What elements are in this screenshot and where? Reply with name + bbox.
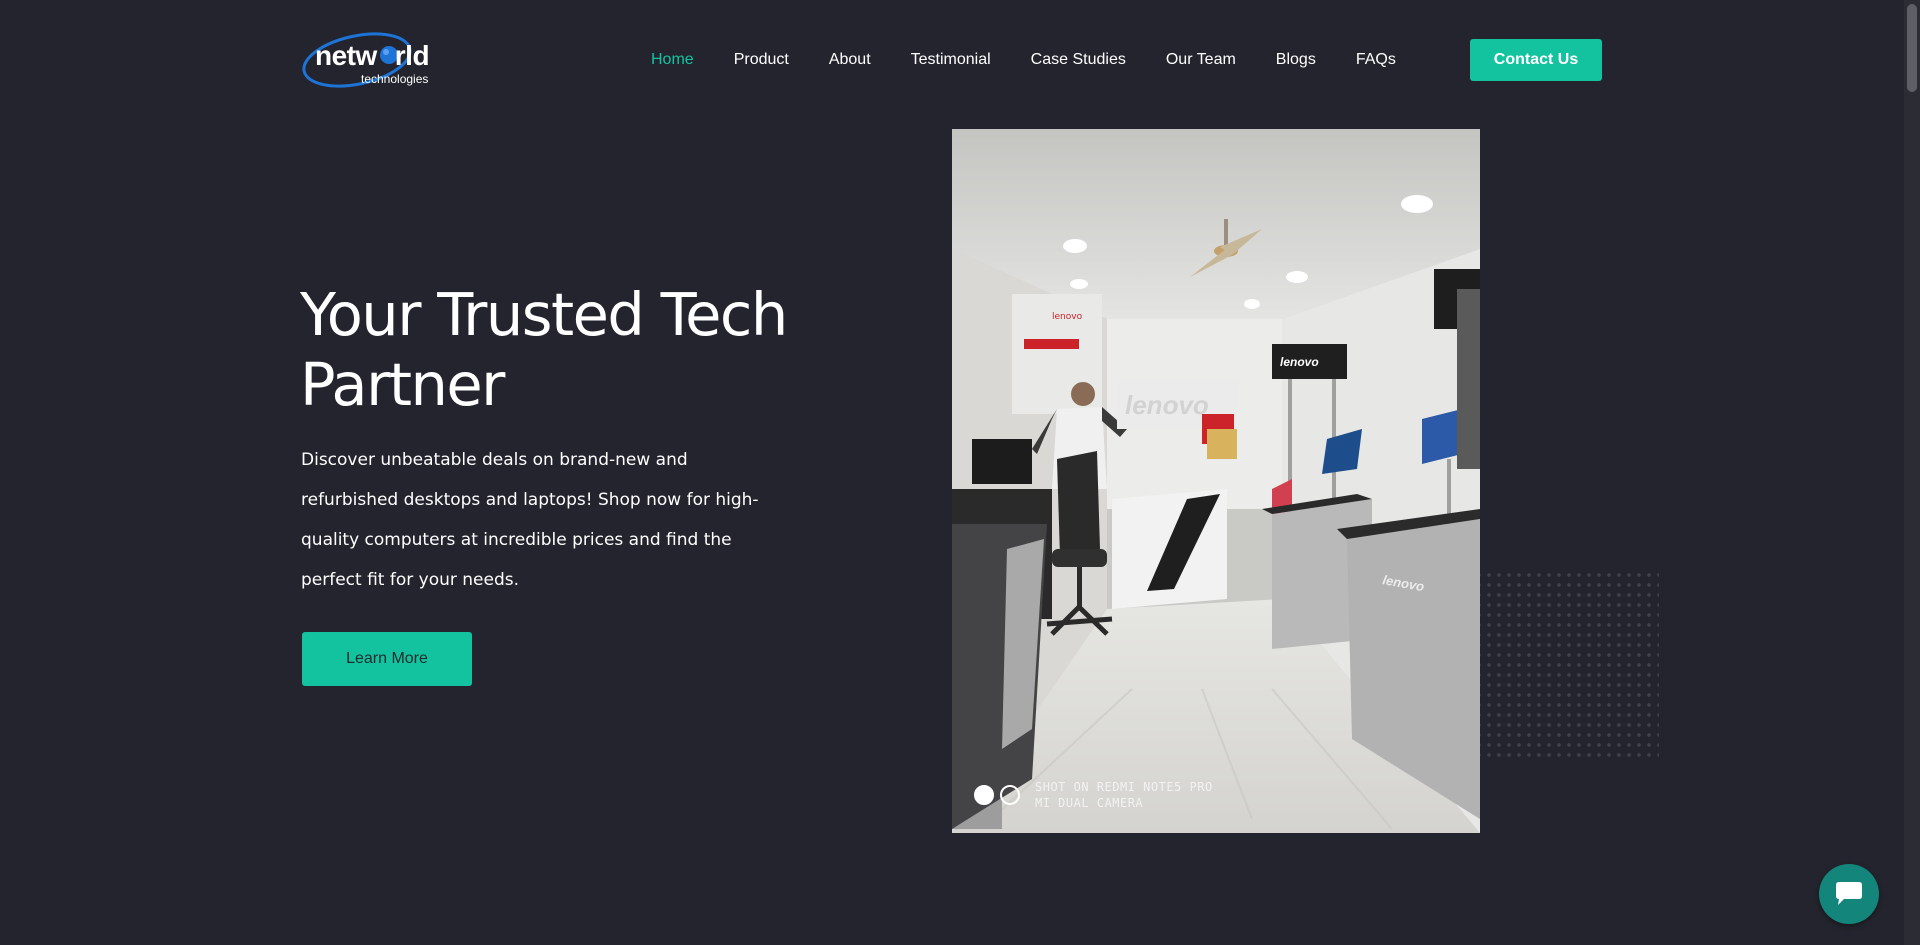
brand-tagline: technologies: [361, 72, 429, 86]
nav-item-faqs[interactable]: FAQs: [1356, 50, 1396, 70]
page-scrollbar[interactable]: [1904, 0, 1920, 945]
nav-item-our-team[interactable]: Our Team: [1166, 50, 1236, 70]
chat-bubble-icon: [1836, 882, 1862, 905]
watermark-line-1: SHOT ON REDMI NOTE5 PRO: [1035, 780, 1213, 794]
main-nav: Home Product About Testimonial Case Stud…: [651, 50, 1396, 70]
nav-item-product[interactable]: Product: [734, 50, 789, 70]
nav-item-home[interactable]: Home: [651, 50, 694, 70]
decorative-dot-pattern: [1474, 570, 1659, 762]
watermark-line-2: MI DUAL CAMERA: [1035, 796, 1144, 810]
store-interior-photo: lenovo lenovo lenovo lenovo: [952, 129, 1480, 833]
chat-button[interactable]: [1819, 864, 1879, 924]
nav-item-case-studies[interactable]: Case Studies: [1031, 50, 1126, 70]
nav-item-blogs[interactable]: Blogs: [1276, 50, 1316, 70]
kiosk-logo: lenovo: [1280, 355, 1319, 369]
site-header: netw rld technologies Home Product About …: [0, 0, 1904, 120]
hero-image-slider[interactable]: lenovo lenovo lenovo lenovo SHOT ON REDM…: [952, 129, 1480, 833]
brand-wordmark: netw rld: [315, 40, 430, 71]
slider-pagination: [974, 785, 1026, 805]
nav-item-testimonial[interactable]: Testimonial: [911, 50, 991, 70]
brand-logo[interactable]: netw rld technologies: [301, 28, 436, 92]
nav-item-about[interactable]: About: [829, 50, 871, 70]
camera-watermark: SHOT ON REDMI NOTE5 PRO MI DUAL CAMERA: [1035, 779, 1213, 811]
slider-dot-1[interactable]: [974, 785, 994, 805]
contact-us-button[interactable]: Contact Us: [1470, 39, 1602, 81]
scrollbar-thumb[interactable]: [1907, 4, 1917, 92]
learn-more-button[interactable]: Learn More: [302, 632, 472, 686]
hero-description: Discover unbeatable deals on brand-new a…: [301, 450, 759, 590]
hero-title: Your Trusted Tech Partner: [300, 280, 788, 419]
wall-logo: lenovo: [1125, 390, 1209, 420]
poster-logo: lenovo: [1052, 312, 1083, 322]
slider-dot-2[interactable]: [1000, 785, 1020, 805]
